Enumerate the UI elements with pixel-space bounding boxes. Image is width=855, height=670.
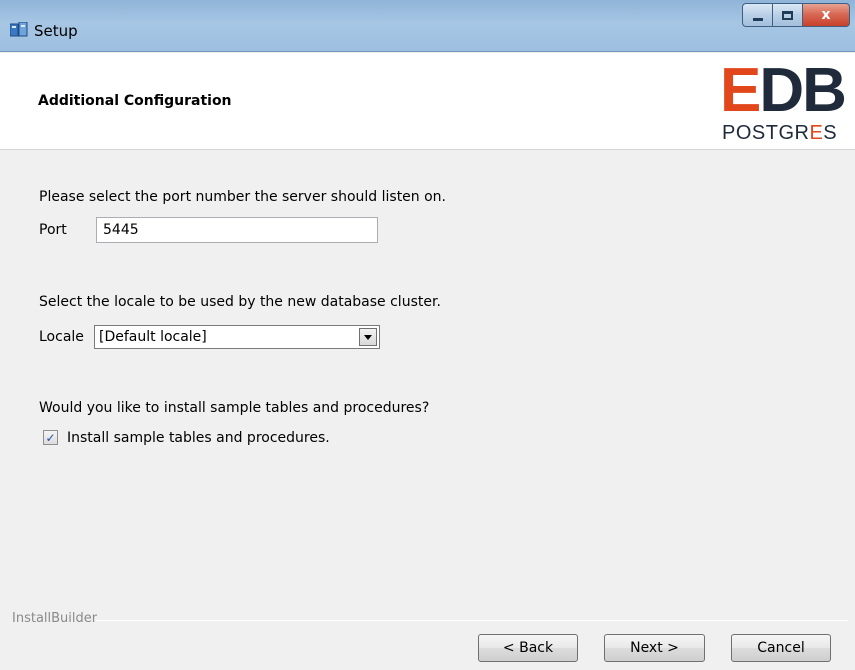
close-icon: x [821,7,831,23]
port-input[interactable]: 5445 [96,217,378,243]
cancel-button[interactable]: Cancel [731,634,831,662]
locale-select-value: [Default locale] [99,329,207,345]
window-title: Setup [34,22,78,40]
port-prompt: Please select the port number the server… [39,189,447,205]
logo-edb-wordmark: EDB [720,56,847,125]
install-samples-label[interactable]: Install sample tables and procedures. [67,430,330,446]
close-button[interactable]: x [802,3,850,27]
footer-divider [96,620,848,621]
install-samples-checkbox[interactable]: ✓ [43,430,58,445]
next-button[interactable]: Next > [604,634,705,662]
port-label: Port [39,222,67,238]
maximize-icon [782,10,793,20]
back-button[interactable]: < Back [478,634,578,662]
locale-prompt: Select the locale to be used by the new … [39,294,441,310]
minimize-icon [752,17,763,21]
setup-window: Setup x Additional Configuration EDB POS… [0,0,855,670]
title-bar[interactable]: Setup x [0,0,855,52]
check-icon: ✓ [45,430,56,445]
caption-buttons: x [742,3,850,31]
setup-app-icon [10,22,28,37]
page-title: Additional Configuration [38,93,232,109]
installbuilder-brand: InstallBuilder [12,611,98,626]
port-input-value: 5445 [103,222,139,238]
minimize-button[interactable] [742,3,772,27]
logo-postgres-wordmark: POSTGRES [722,122,838,144]
locale-label: Locale [39,329,84,345]
samples-prompt: Would you like to install sample tables … [39,400,430,416]
maximize-button[interactable] [772,3,802,27]
content-area: Please select the port number the server… [0,151,855,616]
edb-postgres-logo: EDB POSTGRES [720,56,852,146]
chevron-down-icon[interactable] [359,328,377,346]
locale-select[interactable]: [Default locale] [94,325,380,349]
